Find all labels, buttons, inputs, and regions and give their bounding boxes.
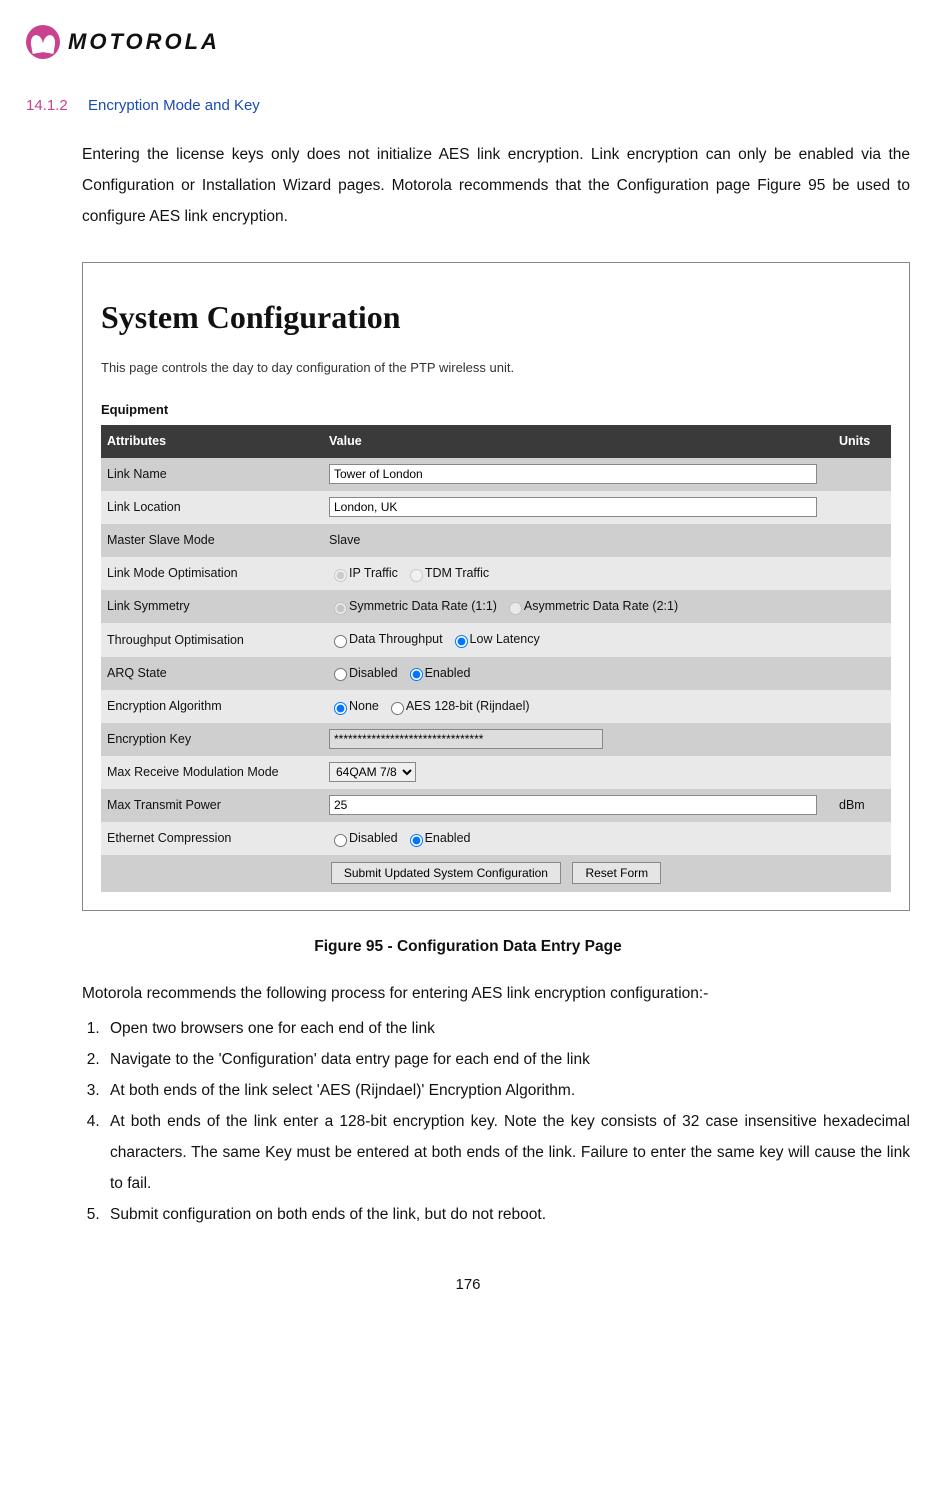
label-link-location: Link Location (101, 491, 323, 524)
lbl-tdm-traffic: TDM Traffic (425, 566, 489, 580)
radio-eth-enabled[interactable] (410, 834, 423, 847)
config-screenshot: System Configuration This page controls … (82, 262, 910, 911)
units-max-tx-power: dBm (833, 789, 891, 822)
label-encryption-key: Encryption Key (101, 723, 323, 756)
config-page-title: System Configuration (101, 285, 891, 349)
row-encryption-key: Encryption Key (101, 723, 891, 756)
intro-paragraph: Entering the license keys only does not … (82, 139, 910, 232)
label-eth-comp: Ethernet Compression (101, 822, 323, 855)
row-eth-comp: Ethernet Compression Disabled Enabled (101, 822, 891, 855)
radio-data-throughput[interactable] (334, 635, 347, 648)
step-3: At both ends of the link select 'AES (Ri… (104, 1075, 910, 1106)
radio-symmetric[interactable] (334, 602, 347, 615)
submit-button[interactable]: Submit Updated System Configuration (331, 862, 561, 884)
input-link-location[interactable] (329, 497, 817, 517)
process-steps: Open two browsers one for each end of th… (26, 1013, 910, 1230)
lbl-enc-aes: AES 128-bit (Rijndael) (406, 699, 530, 713)
label-link-mode-opt: Link Mode Optimisation (101, 557, 323, 590)
lbl-eth-disabled: Disabled (349, 831, 398, 845)
input-link-name[interactable] (329, 464, 817, 484)
value-master-slave: Slave (323, 524, 833, 557)
step-1: Open two browsers one for each end of th… (104, 1013, 910, 1044)
lbl-symmetric: Symmetric Data Rate (1:1) (349, 599, 497, 613)
row-link-name: Link Name (101, 458, 891, 491)
radio-ip-traffic[interactable] (334, 569, 347, 582)
lbl-enc-none: None (349, 699, 379, 713)
lbl-low-latency: Low Latency (470, 633, 540, 647)
row-link-mode-opt: Link Mode Optimisation IP Traffic TDM Tr… (101, 557, 891, 590)
lbl-arq-disabled: Disabled (349, 666, 398, 680)
config-page-subtitle: This page controls the day to day config… (101, 355, 891, 381)
step-4: At both ends of the link enter a 128-bit… (104, 1106, 910, 1199)
row-master-slave: Master Slave Mode Slave (101, 524, 891, 557)
label-master-slave: Master Slave Mode (101, 524, 323, 557)
row-link-symmetry: Link Symmetry Symmetric Data Rate (1:1) … (101, 590, 891, 623)
radio-arq-enabled[interactable] (410, 668, 423, 681)
table-header-row: Attributes Value Units (101, 425, 891, 458)
reset-button[interactable]: Reset Form (572, 862, 661, 884)
step-2: Navigate to the 'Configuration' data ent… (104, 1044, 910, 1075)
radio-enc-aes[interactable] (391, 702, 404, 715)
radio-tdm-traffic[interactable] (410, 569, 423, 582)
input-max-tx-power[interactable] (329, 795, 817, 815)
label-link-name: Link Name (101, 458, 323, 491)
lbl-ip-traffic: IP Traffic (349, 566, 398, 580)
section-number: 14.1.2 (26, 97, 68, 114)
row-arq-state: ARQ State Disabled Enabled (101, 657, 891, 690)
col-value: Value (323, 425, 833, 458)
label-max-tx-power: Max Transmit Power (101, 789, 323, 822)
row-throughput-opt: Throughput Optimisation Data Throughput … (101, 623, 891, 656)
col-units: Units (833, 425, 891, 458)
config-table: Attributes Value Units Link Name Link Lo… (101, 425, 891, 892)
lbl-asymmetric: Asymmetric Data Rate (2:1) (524, 599, 678, 613)
brand-wordmark: MOTOROLA (68, 20, 220, 64)
lbl-arq-enabled: Enabled (425, 666, 471, 680)
row-submit: Submit Updated System Configuration Rese… (101, 855, 891, 892)
section-title: Encryption Mode and Key (88, 97, 260, 114)
row-encryption-algo: Encryption Algorithm None AES 128-bit (R… (101, 690, 891, 723)
radio-low-latency[interactable] (455, 635, 468, 648)
label-link-symmetry: Link Symmetry (101, 590, 323, 623)
equipment-label: Equipment (101, 397, 891, 423)
select-max-rx-mod[interactable]: 64QAM 7/8 (329, 762, 416, 782)
label-arq-state: ARQ State (101, 657, 323, 690)
process-intro: Motorola recommends the following proces… (82, 978, 910, 1009)
label-throughput-opt: Throughput Optimisation (101, 623, 323, 656)
input-encryption-key[interactable] (329, 729, 603, 749)
radio-asymmetric[interactable] (509, 602, 522, 615)
label-encryption-algo: Encryption Algorithm (101, 690, 323, 723)
lbl-data-throughput: Data Throughput (349, 633, 443, 647)
page-number: 176 (26, 1270, 910, 1300)
motorola-logo-icon (26, 25, 60, 59)
label-max-rx-mod: Max Receive Modulation Mode (101, 756, 323, 789)
radio-enc-none[interactable] (334, 702, 347, 715)
row-max-rx-mod: Max Receive Modulation Mode 64QAM 7/8 (101, 756, 891, 789)
figure-caption: Figure 95 - Configuration Data Entry Pag… (26, 931, 910, 962)
section-heading: 14.1.2 Encryption Mode and Key (26, 90, 910, 121)
step-5: Submit configuration on both ends of the… (104, 1199, 910, 1230)
col-attributes: Attributes (101, 425, 323, 458)
brand-header: MOTOROLA (26, 20, 910, 64)
row-max-tx-power: Max Transmit Power dBm (101, 789, 891, 822)
radio-eth-disabled[interactable] (334, 834, 347, 847)
row-link-location: Link Location (101, 491, 891, 524)
lbl-eth-enabled: Enabled (425, 831, 471, 845)
radio-arq-disabled[interactable] (334, 668, 347, 681)
